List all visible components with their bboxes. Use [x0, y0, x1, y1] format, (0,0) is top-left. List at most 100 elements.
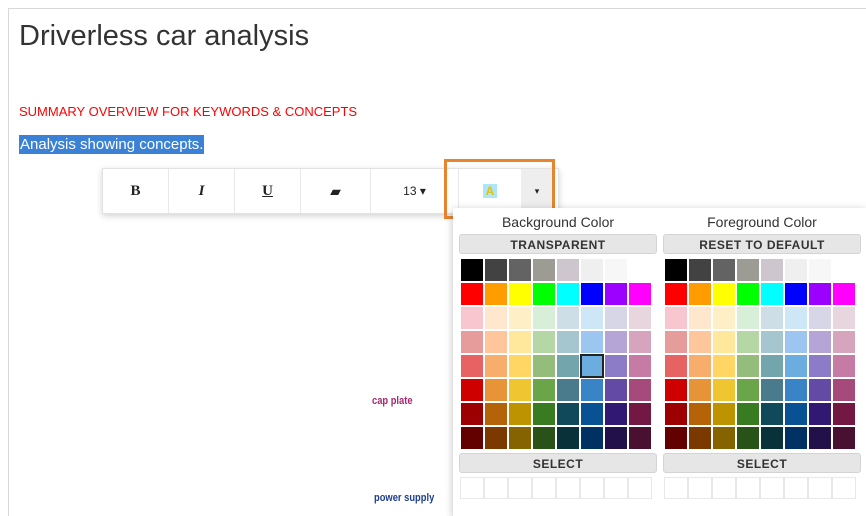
foreground-swatch[interactable] — [664, 282, 688, 306]
background-swatch[interactable] — [604, 282, 628, 306]
background-swatch[interactable] — [484, 354, 508, 378]
background-swatch[interactable] — [604, 402, 628, 426]
background-swatch[interactable] — [604, 426, 628, 450]
foreground-swatch[interactable] — [688, 282, 712, 306]
background-swatch[interactable] — [484, 402, 508, 426]
foreground-swatch[interactable] — [736, 402, 760, 426]
foreground-custom-swatch[interactable] — [688, 477, 712, 499]
foreground-swatch[interactable] — [832, 282, 856, 306]
foreground-swatch[interactable] — [760, 426, 784, 450]
selected-text[interactable]: Analysis showing concepts. — [19, 135, 205, 154]
foreground-swatch[interactable] — [832, 258, 856, 282]
background-swatch[interactable] — [628, 330, 652, 354]
foreground-swatch[interactable] — [736, 426, 760, 450]
background-swatch[interactable] — [484, 330, 508, 354]
background-swatch[interactable] — [556, 330, 580, 354]
foreground-custom-swatch[interactable] — [760, 477, 784, 499]
italic-button[interactable]: I — [169, 169, 235, 213]
foreground-swatch[interactable] — [760, 330, 784, 354]
foreground-swatch[interactable] — [808, 378, 832, 402]
background-swatch[interactable] — [508, 330, 532, 354]
background-swatch[interactable] — [508, 426, 532, 450]
foreground-swatch[interactable] — [784, 306, 808, 330]
background-swatch[interactable] — [508, 306, 532, 330]
background-swatch[interactable] — [508, 402, 532, 426]
background-custom-swatch[interactable] — [508, 477, 532, 499]
foreground-swatch[interactable] — [688, 306, 712, 330]
foreground-swatch[interactable] — [712, 354, 736, 378]
background-swatch[interactable] — [628, 282, 652, 306]
background-swatch[interactable] — [604, 306, 628, 330]
background-swatch[interactable] — [556, 306, 580, 330]
background-swatch[interactable] — [556, 354, 580, 378]
background-swatch[interactable] — [532, 354, 556, 378]
foreground-custom-swatch[interactable] — [664, 477, 688, 499]
foreground-swatch[interactable] — [712, 402, 736, 426]
foreground-swatch[interactable] — [688, 378, 712, 402]
transparent-button[interactable]: TRANSPARENT — [459, 234, 657, 254]
foreground-swatch[interactable] — [664, 354, 688, 378]
foreground-swatch[interactable] — [664, 378, 688, 402]
background-swatch[interactable] — [580, 282, 604, 306]
foreground-swatch[interactable] — [832, 426, 856, 450]
foreground-swatch[interactable] — [712, 330, 736, 354]
background-swatch[interactable] — [460, 426, 484, 450]
background-swatch[interactable] — [556, 426, 580, 450]
foreground-swatch[interactable] — [688, 402, 712, 426]
background-swatch[interactable] — [580, 330, 604, 354]
background-custom-swatch[interactable] — [460, 477, 484, 499]
foreground-swatch[interactable] — [664, 330, 688, 354]
background-swatch[interactable] — [508, 378, 532, 402]
foreground-swatch[interactable] — [808, 282, 832, 306]
background-swatch[interactable] — [532, 402, 556, 426]
background-swatch[interactable] — [460, 330, 484, 354]
background-swatch[interactable] — [484, 258, 508, 282]
foreground-swatch[interactable] — [808, 354, 832, 378]
background-swatch[interactable] — [604, 354, 628, 378]
background-custom-swatch[interactable] — [484, 477, 508, 499]
background-swatch[interactable] — [628, 306, 652, 330]
foreground-swatch[interactable] — [808, 258, 832, 282]
foreground-swatch[interactable] — [784, 354, 808, 378]
foreground-swatch[interactable] — [760, 354, 784, 378]
summary-heading[interactable]: SUMMARY OVERVIEW FOR KEYWORDS & CONCEPTS — [19, 104, 357, 119]
background-custom-swatch[interactable] — [556, 477, 580, 499]
background-swatch[interactable] — [556, 258, 580, 282]
foreground-swatch[interactable] — [760, 282, 784, 306]
background-swatch[interactable] — [484, 282, 508, 306]
foreground-swatch[interactable] — [688, 330, 712, 354]
foreground-swatch[interactable] — [712, 378, 736, 402]
foreground-swatch[interactable] — [808, 402, 832, 426]
background-custom-swatch[interactable] — [628, 477, 652, 499]
foreground-swatch[interactable] — [784, 258, 808, 282]
foreground-swatch[interactable] — [736, 354, 760, 378]
background-swatch[interactable] — [484, 378, 508, 402]
background-select-button[interactable]: SELECT — [459, 453, 657, 473]
foreground-swatch[interactable] — [760, 402, 784, 426]
foreground-custom-swatch[interactable] — [736, 477, 760, 499]
foreground-swatch[interactable] — [736, 258, 760, 282]
background-swatch[interactable] — [580, 426, 604, 450]
foreground-swatch[interactable] — [736, 378, 760, 402]
background-swatch[interactable] — [628, 402, 652, 426]
background-swatch[interactable] — [532, 306, 556, 330]
background-swatch[interactable] — [604, 258, 628, 282]
foreground-swatch[interactable] — [808, 306, 832, 330]
background-swatch[interactable] — [460, 378, 484, 402]
foreground-swatch[interactable] — [832, 330, 856, 354]
foreground-swatch[interactable] — [664, 402, 688, 426]
background-swatch[interactable] — [628, 354, 652, 378]
foreground-select-button[interactable]: SELECT — [663, 453, 861, 473]
background-swatch[interactable] — [532, 378, 556, 402]
background-swatch[interactable] — [508, 354, 532, 378]
foreground-swatch[interactable] — [784, 378, 808, 402]
background-swatch[interactable] — [460, 306, 484, 330]
background-swatch[interactable] — [532, 258, 556, 282]
foreground-swatch[interactable] — [688, 354, 712, 378]
background-swatch[interactable] — [484, 306, 508, 330]
foreground-swatch[interactable] — [832, 402, 856, 426]
background-swatch[interactable] — [508, 258, 532, 282]
foreground-swatch[interactable] — [736, 306, 760, 330]
foreground-swatch[interactable] — [784, 402, 808, 426]
underline-button[interactable]: U — [235, 169, 301, 213]
